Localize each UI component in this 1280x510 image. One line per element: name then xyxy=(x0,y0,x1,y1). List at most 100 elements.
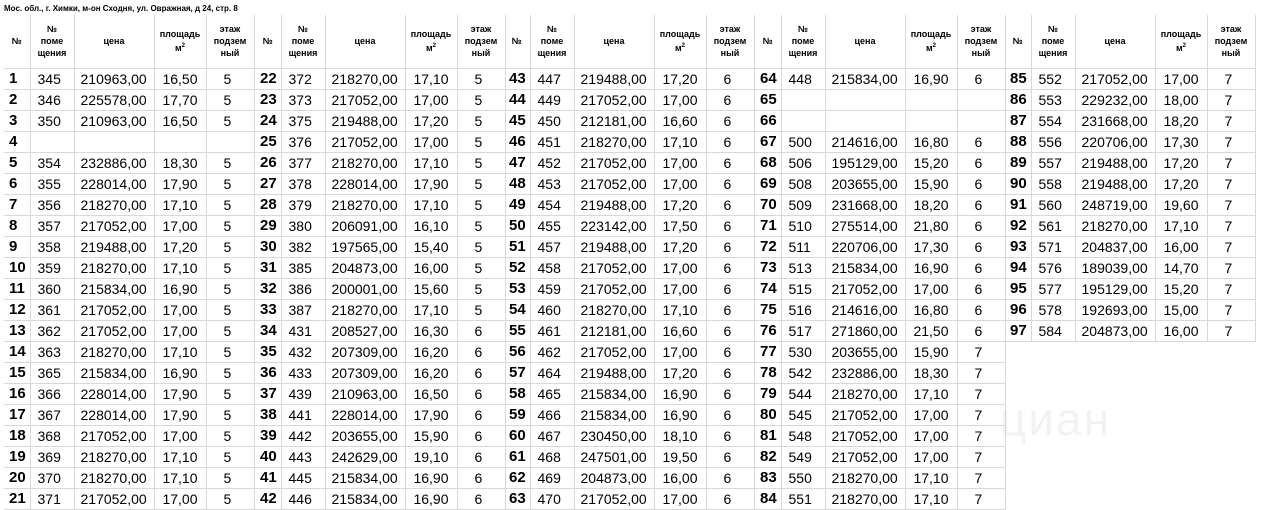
table-row: 81 548 217052,00 17,00 7 xyxy=(755,425,1006,447)
room-number: 363 xyxy=(30,341,75,363)
area-cell: 19,50 xyxy=(654,446,707,468)
row-number: 67 xyxy=(755,131,782,153)
room-number: 354 xyxy=(30,152,75,174)
table-row: 32 386 200001,00 15,60 5 xyxy=(255,278,506,300)
table-row: 27 378 228014,00 17,90 5 xyxy=(255,173,506,195)
price-cell: 217052,00 xyxy=(325,131,406,153)
room-number: 464 xyxy=(530,362,575,384)
room-number: 365 xyxy=(30,362,75,384)
price-cell: 217052,00 xyxy=(574,152,655,174)
table-row: 86 553 229232,00 18,00 7 xyxy=(1005,89,1256,111)
room-number: 360 xyxy=(30,278,75,300)
room-number: 345 xyxy=(30,68,75,90)
floor-cell: 5 xyxy=(457,152,506,174)
area-cell: 17,10 xyxy=(154,257,207,279)
row-number: 28 xyxy=(255,194,282,216)
price-cell: 210963,00 xyxy=(74,68,155,90)
table-row: 59 466 215834,00 16,90 6 xyxy=(504,404,755,426)
area-cell: 15,20 xyxy=(1155,278,1208,300)
floor-cell: 7 xyxy=(1207,278,1256,300)
area-cell: 17,00 xyxy=(654,173,707,195)
row-number: 52 xyxy=(504,257,531,279)
price-cell: 203655,00 xyxy=(825,173,906,195)
room-number: 509 xyxy=(781,194,826,216)
area-cell: 15,20 xyxy=(905,152,958,174)
room-number: 357 xyxy=(30,215,75,237)
area-cell: 18,30 xyxy=(905,362,958,384)
row-number: 50 xyxy=(504,215,531,237)
table-row: 62 469 204873,00 16,00 6 xyxy=(504,467,755,489)
room-number xyxy=(781,89,826,111)
header-price: цена xyxy=(825,15,906,69)
floor-cell: 5 xyxy=(457,194,506,216)
area-cell: 17,10 xyxy=(154,341,207,363)
price-cell: 204837,00 xyxy=(1075,236,1156,258)
row-number: 85 xyxy=(1005,68,1032,90)
table-row: 66 xyxy=(755,110,1006,132)
row-number: 47 xyxy=(504,152,531,174)
floor-cell: 7 xyxy=(1207,89,1256,111)
room-number: 549 xyxy=(781,446,826,468)
row-number: 54 xyxy=(504,299,531,321)
table-row: 13 362 217052,00 17,00 5 xyxy=(4,320,255,342)
room-number: 370 xyxy=(30,467,75,489)
area-cell: 17,00 xyxy=(905,404,958,426)
room-number: 378 xyxy=(281,173,326,195)
table-row: 24 375 219488,00 17,20 5 xyxy=(255,110,506,132)
room-number: 446 xyxy=(281,488,326,510)
price-cell: 217052,00 xyxy=(74,299,155,321)
row-number: 20 xyxy=(4,467,31,489)
area-cell: 16,90 xyxy=(405,467,458,489)
row-number: 69 xyxy=(755,173,782,195)
area-cell: 17,10 xyxy=(905,467,958,489)
price-cell: 230450,00 xyxy=(574,425,655,447)
price-cell: 215834,00 xyxy=(325,488,406,510)
table-row: 60 467 230450,00 18,10 6 xyxy=(504,425,755,447)
row-number: 77 xyxy=(755,341,782,363)
row-number: 66 xyxy=(755,110,782,132)
floor-cell: 6 xyxy=(457,320,506,342)
room-number: 359 xyxy=(30,257,75,279)
row-number: 97 xyxy=(1005,320,1032,342)
area-cell: 16,30 xyxy=(405,320,458,342)
floor-cell: 7 xyxy=(1207,236,1256,258)
room-number: 441 xyxy=(281,404,326,426)
table-row: 51 457 219488,00 17,20 6 xyxy=(504,236,755,258)
floor-cell: 5 xyxy=(206,425,255,447)
room-number: 452 xyxy=(530,152,575,174)
price-cell: 204873,00 xyxy=(574,467,655,489)
floor-cell: 7 xyxy=(957,404,1006,426)
floor-cell: 6 xyxy=(706,467,755,489)
floor-cell: 5 xyxy=(206,404,255,426)
floor-cell: 5 xyxy=(206,446,255,468)
row-number: 60 xyxy=(504,425,531,447)
area-cell: 16,90 xyxy=(154,362,207,384)
area-cell: 17,00 xyxy=(154,320,207,342)
price-cell: 228014,00 xyxy=(74,173,155,195)
price-cell: 219488,00 xyxy=(1075,152,1156,174)
table-row: 18 368 217052,00 17,00 5 xyxy=(4,425,255,447)
room-number: 545 xyxy=(781,404,826,426)
floor-cell: 6 xyxy=(957,152,1006,174)
price-cell: 215834,00 xyxy=(825,68,906,90)
price-cell: 218270,00 xyxy=(74,446,155,468)
room-number xyxy=(781,110,826,132)
area-cell: 21,50 xyxy=(905,320,958,342)
room-number: 382 xyxy=(281,236,326,258)
row-number: 80 xyxy=(755,404,782,426)
header-room: № поме щения xyxy=(30,15,75,69)
floor-cell: 5 xyxy=(457,131,506,153)
area-cell: 17,00 xyxy=(654,89,707,111)
room-number: 386 xyxy=(281,278,326,300)
table-row: 31 385 204873,00 16,00 5 xyxy=(255,257,506,279)
price-cell: 195129,00 xyxy=(825,152,906,174)
floor-cell: 6 xyxy=(457,425,506,447)
row-number: 7 xyxy=(4,194,31,216)
floor-cell: 5 xyxy=(206,362,255,384)
row-number: 37 xyxy=(255,383,282,405)
table-row: 68 506 195129,00 15,20 6 xyxy=(755,152,1006,174)
table-row: 2 346 225578,00 17,70 5 xyxy=(4,89,255,111)
row-number: 73 xyxy=(755,257,782,279)
header-num: № xyxy=(1005,15,1032,69)
sheet-title: Мос. обл., г. Химки, м-он Сходня, ул. Ов… xyxy=(4,4,238,13)
